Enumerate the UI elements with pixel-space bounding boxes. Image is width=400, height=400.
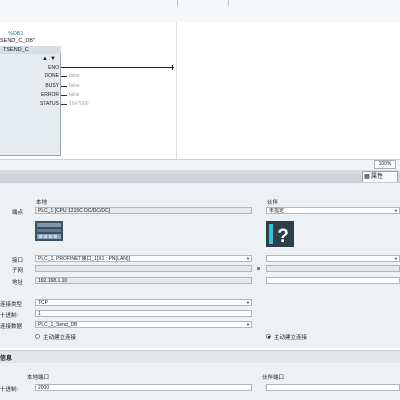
local-active-conn-label: 主动建立连接 xyxy=(43,335,77,341)
done-value: false xyxy=(69,73,80,79)
ruler-tick xyxy=(228,0,229,6)
pin-error: ERROR xyxy=(40,92,59,98)
local-interface-dropdown[interactable]: PLC_1, PROFINET接口_1[X1 : PN(LAN)] ▼ xyxy=(35,255,252,262)
conn-data-label: 连接数据 xyxy=(0,324,23,330)
local-endpoint-field: PLC_1 [CPU 1215C DC/DC/DC] xyxy=(35,207,252,214)
instance-db-label: SEND_C_DB" xyxy=(0,38,35,44)
conn-data-dropdown[interactable]: PLC_1_Send_DB ▼ xyxy=(35,321,252,328)
editor-top-strip xyxy=(0,0,400,23)
partner-active-conn-label: 主动建立连接 xyxy=(274,335,308,341)
tab-properties[interactable]: ▦属性 xyxy=(362,171,398,182)
local-subnet-field xyxy=(35,265,252,272)
ruler-tick xyxy=(177,0,178,6)
error-wire xyxy=(61,95,67,96)
info-section-header: 信息 xyxy=(0,350,400,364)
local-active-conn-radio[interactable] xyxy=(35,334,40,339)
partner-port-input[interactable] xyxy=(266,384,400,391)
plc-device-icon xyxy=(35,221,63,241)
dropdown-arrow-icon: ▼ xyxy=(246,322,250,327)
pin-busy: BUSY xyxy=(45,83,59,89)
partner-active-conn-radio[interactable] xyxy=(266,334,271,339)
local-device-image xyxy=(35,221,63,241)
partner-endpoint-dropdown[interactable]: 未指定 ▼ xyxy=(266,207,400,214)
pin-status: STATUS xyxy=(40,101,59,107)
canvas-divider xyxy=(176,22,177,159)
conn-type-dropdown[interactable]: TCP ▼ xyxy=(35,299,252,306)
conn-id-input[interactable]: 1 xyxy=(35,310,252,317)
subnet-label: 子网 xyxy=(12,268,24,274)
dropdown-arrow-icon: ▼ xyxy=(394,256,398,261)
port-params-panel xyxy=(0,363,400,400)
eno-wire xyxy=(61,67,174,68)
interface-label: 接口 xyxy=(12,258,24,264)
partner-interface-dropdown[interactable]: ▼ xyxy=(266,255,400,262)
endpoint-label: 端点 xyxy=(12,210,24,216)
address-label: 地址 xyxy=(12,280,24,286)
dropdown-arrow-icon: ▼ xyxy=(246,256,250,261)
done-wire xyxy=(61,76,67,77)
collapse-icon[interactable]: ▼ xyxy=(50,56,56,62)
dropdown-arrow-icon: ▼ xyxy=(246,300,250,305)
partner-address-field[interactable] xyxy=(266,277,400,284)
partner-port-header: 伙伴端口 xyxy=(262,375,285,381)
zoom-level[interactable]: 100% xyxy=(374,160,396,169)
inspector-band xyxy=(0,170,400,184)
busy-wire xyxy=(61,86,67,87)
conn-type-label: 连接类型 xyxy=(0,302,23,308)
properties-icon: ▦ xyxy=(364,174,370,180)
status-ok-icon xyxy=(257,267,260,270)
tab-properties-label: 属性 xyxy=(371,174,384,180)
error-value: false xyxy=(69,92,80,98)
conn-data-value: PLC_1_Send_DB xyxy=(38,322,78,328)
local-header: 本地 xyxy=(36,200,48,206)
partner-endpoint-value: 未指定 xyxy=(269,208,285,214)
status-wire xyxy=(61,104,67,105)
pin-eno: ENO xyxy=(48,65,59,71)
svg-text:?: ? xyxy=(277,226,289,247)
port-decimal-label: 十进制: xyxy=(0,387,19,393)
status-value: 16#7000 xyxy=(69,101,89,107)
block-title: TSEND_C xyxy=(3,47,29,53)
conn-type-value: TCP xyxy=(38,300,48,306)
expand-icon[interactable]: ▲ xyxy=(42,56,48,62)
conn-id-label: 十进制: xyxy=(0,313,19,319)
partner-device-image: ? xyxy=(266,221,294,247)
unknown-device-icon: ? xyxy=(266,221,294,247)
local-port-input[interactable]: 2000 xyxy=(35,384,252,391)
local-address-field: 192.168.1.10 xyxy=(35,277,252,284)
db-name-label: %DB1 xyxy=(8,31,24,37)
busy-value: false xyxy=(69,83,80,89)
pin-done: DONE xyxy=(44,73,59,79)
partner-subnet-field xyxy=(266,265,400,272)
eno-wire-end xyxy=(172,65,173,70)
dropdown-arrow-icon: ▼ xyxy=(394,208,398,213)
info-section-title: 信息 xyxy=(0,356,13,362)
partner-header: 伙伴 xyxy=(267,200,279,206)
local-port-header: 本地端口 xyxy=(27,375,50,381)
local-interface-value: PLC_1, PROFINET接口_1[X1 : PN(LAN)] xyxy=(38,256,130,262)
